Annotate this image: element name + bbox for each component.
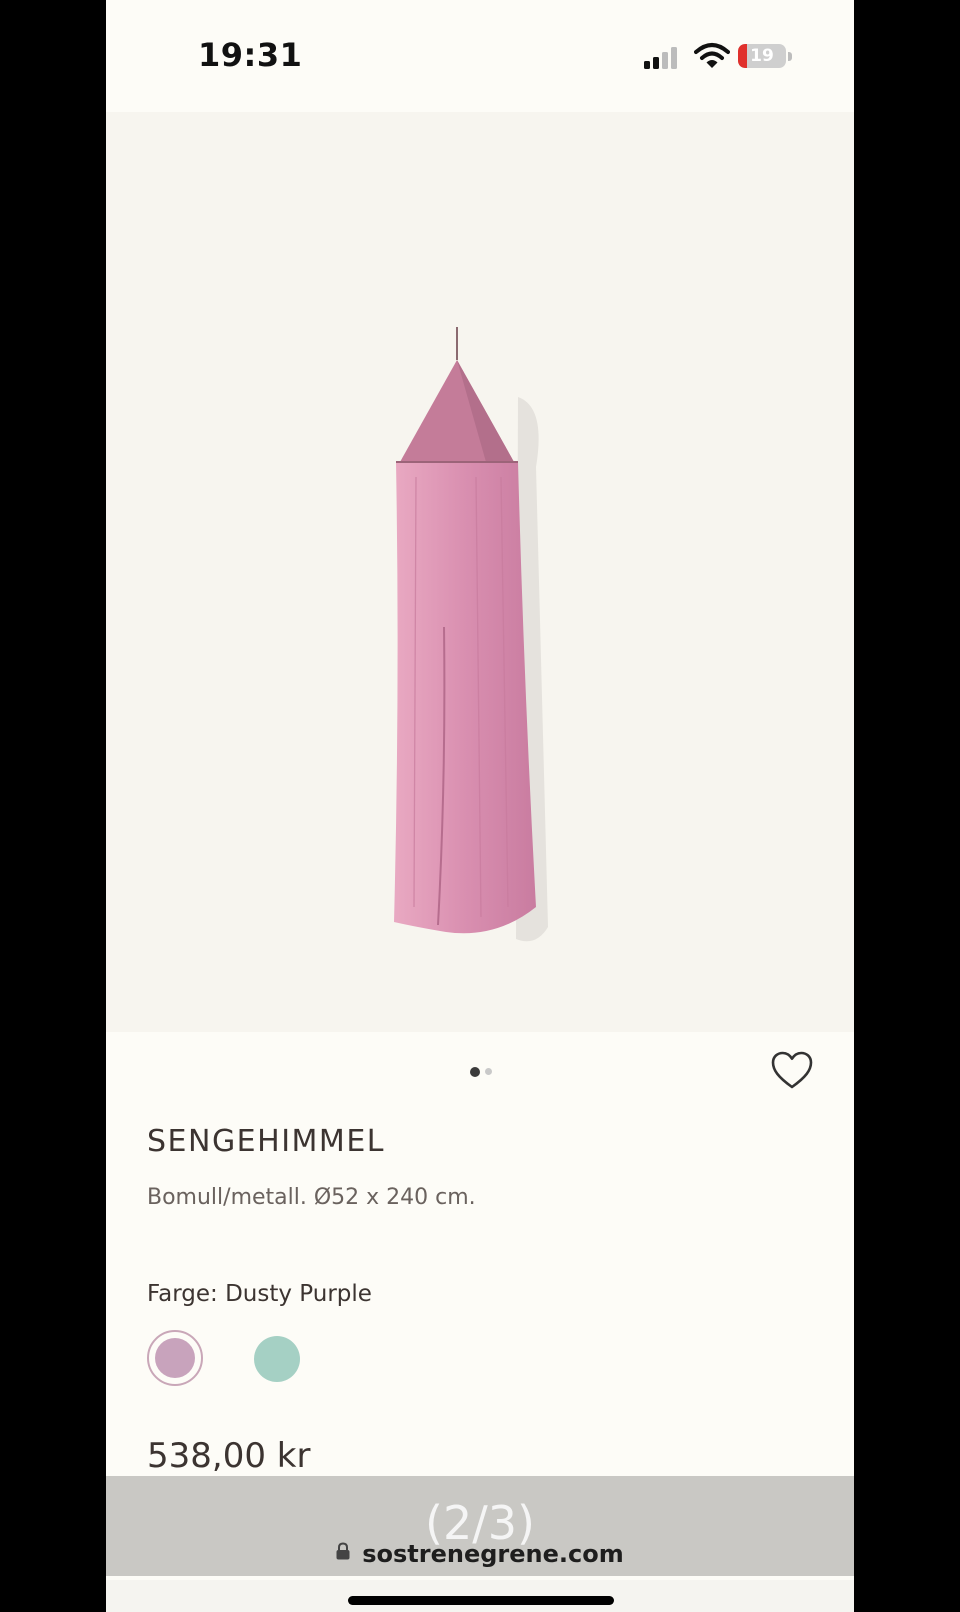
product-price: 538,00 kr (147, 1436, 311, 1476)
status-time: 19:31 (198, 36, 303, 74)
color-swatch-dusty-purple[interactable] (147, 1330, 203, 1386)
lock-icon (336, 1542, 350, 1560)
battery-icon: 19 (738, 44, 794, 70)
status-bar: 19:31 19 (106, 0, 854, 112)
cellular-signal-icon (644, 47, 677, 69)
product-image[interactable] (106, 112, 854, 1032)
home-indicator[interactable] (348, 1596, 614, 1605)
carousel-dot-active[interactable] (470, 1067, 480, 1077)
carousel-dot-inactive[interactable] (485, 1068, 492, 1075)
url-text: sostrenegrene.com (362, 1540, 624, 1568)
phone-screen: 19:31 19 SENGEHIMMEL Bomull/metall. Ø52 … (106, 0, 854, 1612)
color-label: Farge: Dusty Purple (147, 1281, 372, 1307)
carousel-dots[interactable] (470, 1066, 500, 1078)
favorite-heart-icon[interactable] (770, 1050, 814, 1090)
color-swatch-mint[interactable] (254, 1336, 300, 1382)
address-bar[interactable]: sostrenegrene.com (106, 1540, 854, 1580)
wifi-icon (694, 43, 730, 68)
product-title: SENGEHIMMEL (147, 1124, 385, 1159)
bed-canopy-image (394, 327, 548, 942)
battery-percentage: 19 (750, 46, 774, 66)
product-description: Bomull/metall. Ø52 x 240 cm. (147, 1185, 476, 1210)
